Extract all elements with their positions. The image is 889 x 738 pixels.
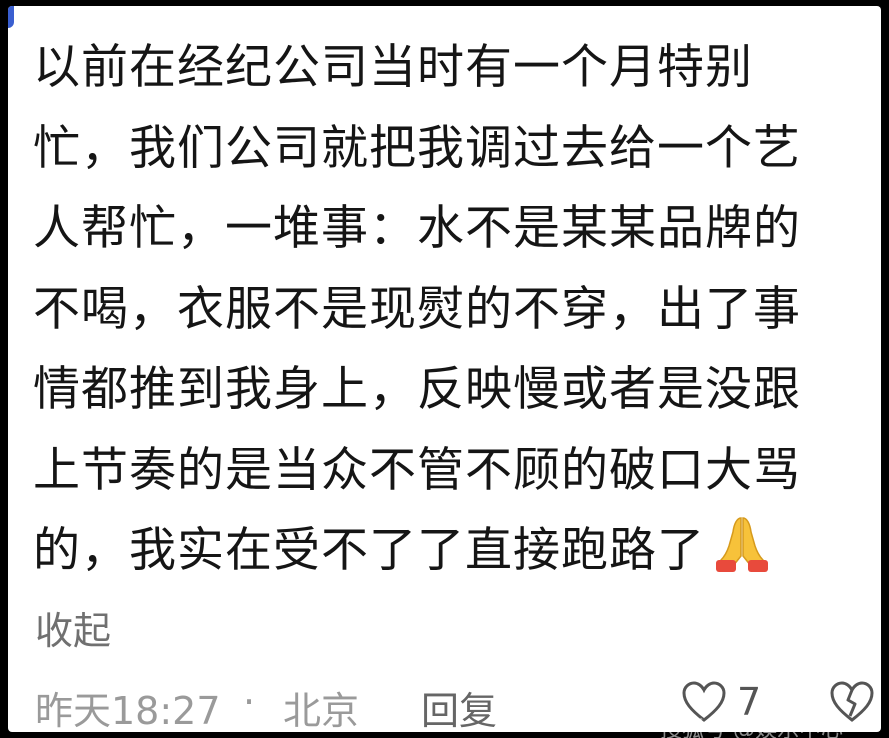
watermark: 搜狐号 @娱乐中心 <box>660 718 843 738</box>
separator-dot: · <box>243 680 256 724</box>
comment-text: 以前在经纪公司当时有一个月特别 忙，我们公司就把我调过去给一个艺 人帮忙，一堆事… <box>33 28 863 592</box>
reply-button[interactable]: 回复 <box>421 680 497 732</box>
collapse-link[interactable]: 收起 <box>35 600 111 655</box>
comment-line: 以前在经纪公司当时有一个月特别 <box>33 40 753 95</box>
comment-line: 忙，我们公司就把我调过去给一个艺 <box>33 120 801 176</box>
folded-hands-icon <box>711 512 773 574</box>
timestamp: 昨天18:27 <box>35 689 221 732</box>
location: 北京 <box>283 689 360 732</box>
comment-line: 情都推到我身上，反映慢或者是没跟 <box>33 362 801 417</box>
comment-line: 人帮忙，一堆事：水不是某某品牌的 <box>33 201 801 256</box>
edge-marker <box>8 6 14 28</box>
comment-line-last: 的，我实在受不了了直接跑路了 <box>33 511 863 592</box>
comment-line-text: 的，我实在受不了了直接跑路了 <box>33 523 705 578</box>
comment-line: 上节奏的是当众不管不顾的破口大骂 <box>33 442 801 498</box>
comment-line: 不喝，衣服不是现熨的不穿，出了事 <box>33 281 801 337</box>
comment-card: 以前在经纪公司当时有一个月特别 忙，我们公司就把我调过去给一个艺 人帮忙，一堆事… <box>8 6 881 732</box>
